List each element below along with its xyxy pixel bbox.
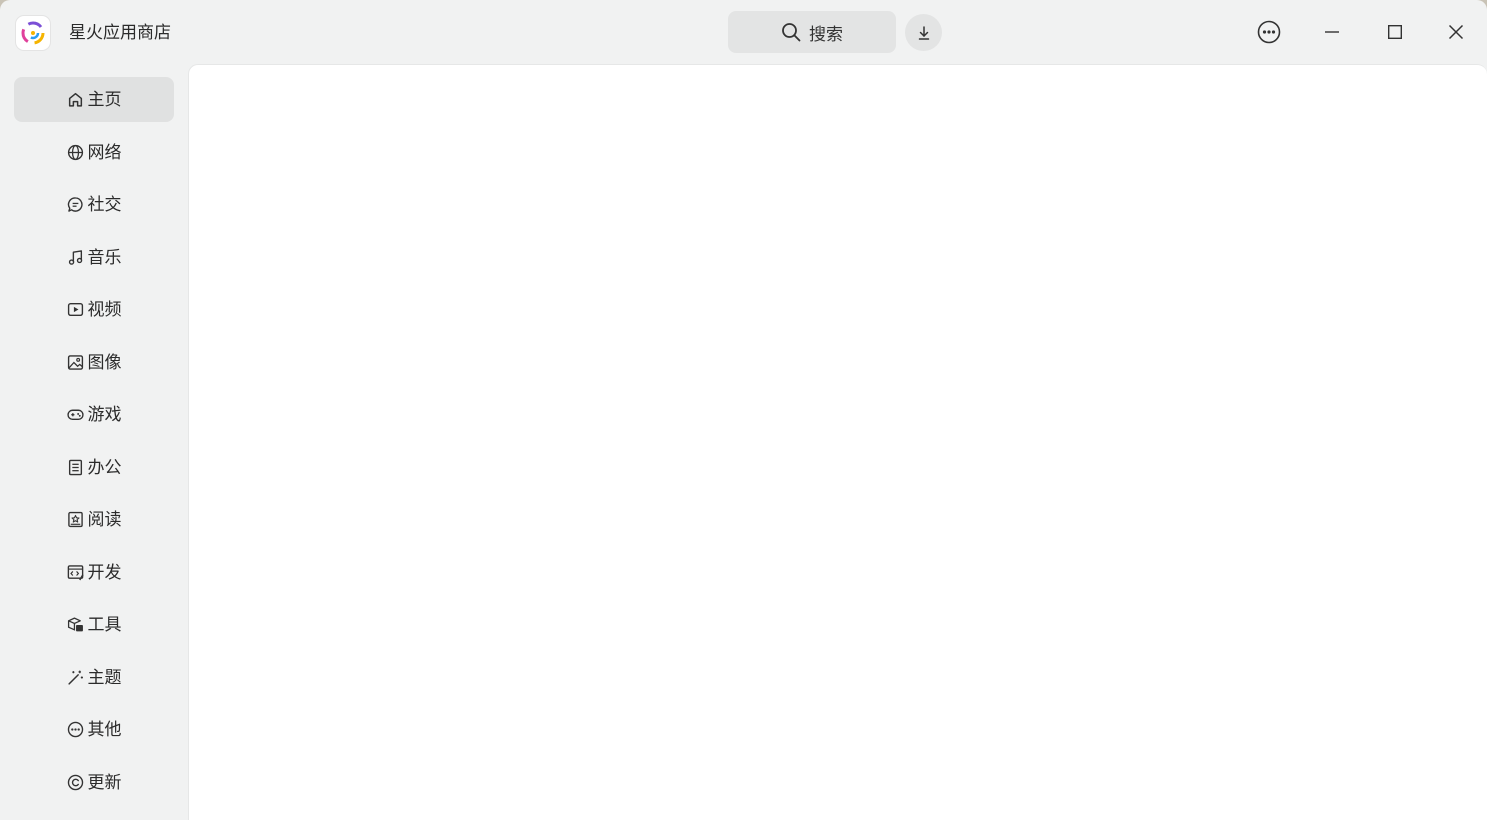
update-icon [67, 774, 83, 791]
app-logo-icon [16, 16, 50, 50]
sidebar-item-image[interactable]: 图像 [14, 340, 174, 385]
gamepad-icon [66, 409, 84, 420]
sidebar-item-games[interactable]: 游戏 [14, 392, 174, 437]
sidebar-item-label: 开发 [87, 562, 122, 583]
sidebar-item-label: 主题 [87, 667, 122, 688]
sidebar-item-office[interactable]: 办公 [14, 445, 174, 490]
sidebar-item-label: 视频 [87, 299, 122, 320]
sidebar-item-label: 办公 [87, 457, 122, 478]
sidebar-item-label: 音乐 [87, 247, 122, 268]
minimize-icon [1325, 31, 1339, 33]
close-button[interactable] [1438, 14, 1474, 50]
sidebar-item-label: 工具 [87, 614, 122, 635]
maximize-button[interactable] [1377, 14, 1413, 50]
app-title: 星火应用商店 [69, 23, 171, 43]
home-icon [68, 92, 82, 107]
sidebar-item-label: 图像 [87, 352, 122, 373]
sidebar-item-label: 其他 [87, 719, 122, 740]
sidebar-item-development[interactable]: 开发 [14, 550, 174, 595]
sidebar-item-label: 游戏 [87, 404, 122, 425]
globe-icon [67, 144, 83, 161]
titlebar: 星火应用商店 搜索 [0, 0, 1487, 64]
code-icon [67, 565, 84, 581]
video-icon [67, 302, 83, 317]
sidebar-item-video[interactable]: 视频 [14, 287, 174, 332]
close-icon [1448, 24, 1464, 40]
chat-icon [67, 197, 83, 212]
sidebar-item-label: 社交 [87, 194, 122, 215]
sidebar-item-themes[interactable]: 主题 [14, 655, 174, 700]
wand-icon [67, 670, 83, 685]
sidebar: 主页 网络 社交 音乐 视频 图像 游戏 办公 阅读 开发 工具 主题 其他 更… [0, 64, 188, 820]
toolbox-icon [67, 617, 83, 632]
minimize-button[interactable] [1314, 14, 1350, 50]
main-content [188, 64, 1487, 820]
book-icon [67, 511, 83, 528]
sidebar-item-tools[interactable]: 工具 [14, 602, 174, 647]
menu-button[interactable] [1251, 14, 1287, 50]
sidebar-item-label: 主页 [87, 89, 122, 110]
sidebar-item-social[interactable]: 社交 [14, 182, 174, 227]
maximize-icon [1388, 25, 1403, 40]
sidebar-item-other[interactable]: 其他 [14, 707, 174, 752]
more-circle-icon [67, 721, 83, 738]
sidebar-item-update[interactable]: 更新 [14, 760, 174, 805]
download-button[interactable] [905, 14, 942, 51]
sidebar-item-network[interactable]: 网络 [14, 130, 174, 175]
search-icon [782, 23, 801, 42]
app-window: 星火应用商店 搜索 主页 网络 社交 音乐 视频 图像 游戏 办公 阅读 开发 … [0, 0, 1487, 820]
sidebar-item-home[interactable]: 主页 [14, 77, 174, 122]
download-icon [918, 25, 929, 40]
more-icon [1257, 20, 1281, 44]
sidebar-item-label: 阅读 [87, 509, 122, 530]
sidebar-item-label: 更新 [87, 772, 122, 793]
sidebar-item-reading[interactable]: 阅读 [14, 497, 174, 542]
sidebar-item-label: 网络 [87, 142, 122, 163]
search-label: 搜索 [809, 24, 843, 45]
document-icon [68, 459, 82, 476]
music-icon [68, 250, 82, 265]
search-button[interactable]: 搜索 [728, 11, 896, 53]
sidebar-item-music[interactable]: 音乐 [14, 235, 174, 280]
image-icon [67, 355, 83, 370]
